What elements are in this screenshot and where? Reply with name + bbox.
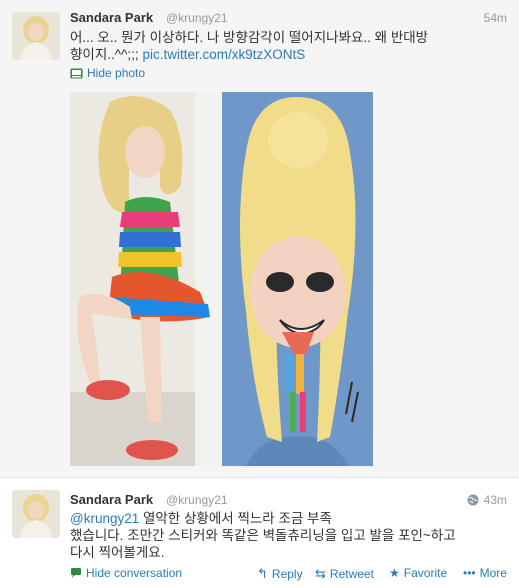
hide-photo-label: Hide photo bbox=[87, 66, 146, 80]
reply-label: Reply bbox=[271, 567, 303, 581]
user-handle[interactable]: @krungy21 bbox=[166, 493, 228, 507]
timestamp[interactable]: 54m bbox=[484, 11, 507, 25]
photo-icon bbox=[70, 68, 83, 78]
user-handle[interactable]: @krungy21 bbox=[166, 11, 228, 25]
hide-conversation-label: Hide conversation bbox=[86, 566, 183, 580]
conversation-icon bbox=[71, 568, 81, 578]
reply-icon: ↰ bbox=[257, 566, 268, 581]
tweet-2[interactable]: Sandara Park @krungy21 43m @krungy21 열악한… bbox=[0, 478, 519, 588]
retweet-button[interactable]: ⇆ Retweet bbox=[315, 566, 374, 582]
tweet-photo-left[interactable] bbox=[70, 92, 221, 466]
retweet-label: Retweet bbox=[329, 567, 374, 581]
display-name[interactable]: Sandara Park bbox=[70, 492, 153, 507]
display-name[interactable]: Sandara Park bbox=[70, 10, 153, 25]
avatar[interactable] bbox=[12, 12, 60, 60]
tweet-text-line: 향이지..^^;;; pic.twitter.com/xk9tzXONtS bbox=[70, 46, 500, 63]
mention-link[interactable]: @krungy21 bbox=[70, 511, 139, 526]
tweet-text-fragment: 향이지..^^;;; bbox=[70, 47, 139, 62]
tweet-1[interactable]: Sandara Park @krungy21 54m 어... 오.. 뭔가 이… bbox=[0, 0, 519, 478]
retweet-icon: ⇆ bbox=[315, 566, 326, 581]
avatar[interactable] bbox=[12, 490, 60, 538]
tweet-text-line: 했습니다. 조만간 스티커와 똑같은 벽돌츄리닝을 입고 발을 포인~하고 bbox=[70, 528, 456, 543]
favorite-label: Favorite bbox=[403, 566, 448, 580]
star-icon: ★ bbox=[389, 566, 400, 580]
avatar-image bbox=[12, 490, 60, 538]
tweet-text: 어... 오.. 뭔가 이상하다. 나 방향감각이 떨어지나봐요.. 왜 반대방… bbox=[70, 29, 500, 63]
timestamp[interactable]: 43m bbox=[484, 493, 507, 507]
tweet-text-line: 다시 찍어볼게요. bbox=[70, 545, 165, 560]
more-icon: ••• bbox=[463, 566, 476, 580]
tweet-text: @krungy21 열악한 상황에서 찍느라 조금 부족 했습니다. 조만간 스… bbox=[70, 510, 500, 561]
avatar-image bbox=[12, 12, 60, 60]
favorite-button[interactable]: ★ Favorite bbox=[389, 566, 447, 580]
globe-icon bbox=[467, 494, 479, 506]
photo-link[interactable]: pic.twitter.com/xk9tzXONtS bbox=[142, 47, 305, 62]
more-label: More bbox=[479, 566, 507, 580]
tweet-text-line: @krungy21 열악한 상황에서 찍느라 조금 부족 bbox=[70, 510, 500, 527]
more-button[interactable]: ••• More bbox=[463, 566, 507, 580]
reply-button[interactable]: ↰ Reply bbox=[257, 566, 303, 582]
tweet-text-fragment: 열악한 상황에서 찍느라 조금 부족 bbox=[139, 511, 332, 526]
tweet-photo-right[interactable] bbox=[222, 92, 373, 466]
photo-person bbox=[70, 92, 221, 466]
hide-conversation-button[interactable]: Hide conversation bbox=[70, 566, 182, 580]
photo-sticker bbox=[222, 92, 373, 466]
tweet-text-line: 어... 오.. 뭔가 이상하다. 나 방향감각이 떨어지나봐요.. 왜 반대방 bbox=[70, 30, 429, 45]
hide-photo-button[interactable]: Hide photo bbox=[70, 66, 145, 80]
